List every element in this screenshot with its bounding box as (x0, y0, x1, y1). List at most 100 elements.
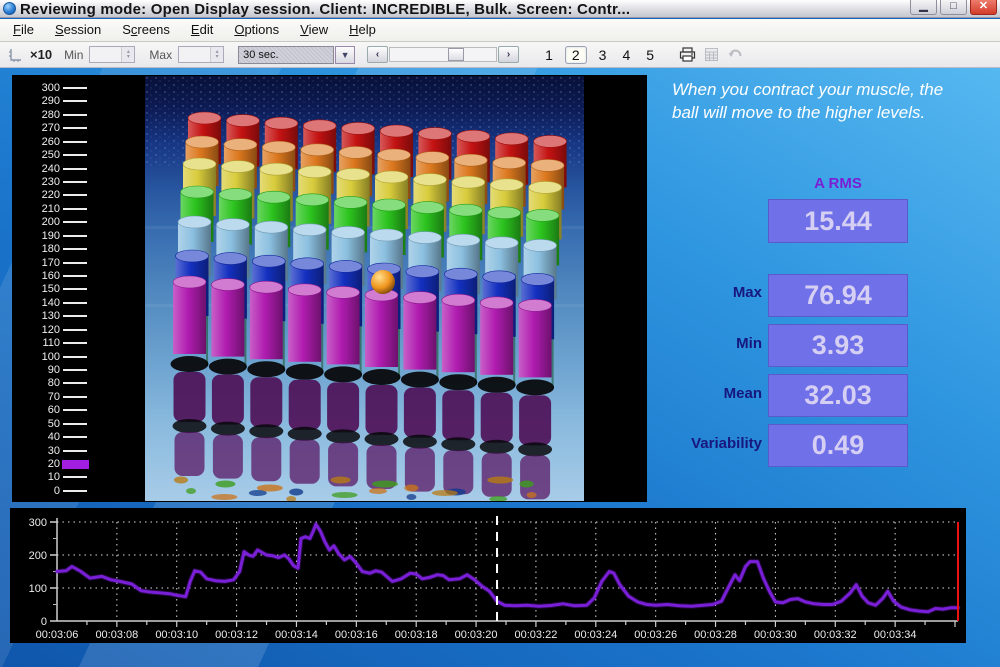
chevron-down-icon[interactable]: ▼ (335, 46, 355, 64)
scale-tick-label: 230 (12, 176, 60, 188)
close-icon: ✕ (971, 0, 996, 13)
max-spinner[interactable]: ▴▾ (178, 46, 224, 63)
scale-tick-line (63, 127, 87, 129)
close-button[interactable]: ✕ (970, 0, 997, 15)
scale-tick-line (63, 168, 87, 170)
max-label: Max (650, 284, 762, 301)
undo-arrow-icon[interactable] (726, 46, 744, 64)
scroll-forward-button[interactable]: › (498, 46, 519, 63)
chart-x-tick-label: 00:03:26 (634, 629, 677, 641)
chart-x-tick-label: 00:03:32 (814, 629, 857, 641)
scale-tick-label: 130 (12, 310, 60, 322)
scale-tick-label: 20 (12, 458, 60, 470)
scale-tick-line (63, 288, 87, 290)
scale-tick-label: 80 (12, 377, 60, 389)
scale-tick-line (63, 396, 87, 398)
chart-x-tick-label: 00:03:22 (515, 629, 558, 641)
timescale-select[interactable]: 30 sec. (238, 46, 334, 64)
scale-tick-label: 120 (12, 324, 60, 336)
times10-toggle[interactable]: ×10 (30, 47, 52, 62)
menu-item-view[interactable]: View (291, 20, 340, 40)
scale-tick-label: 140 (12, 297, 60, 309)
report-grid-icon[interactable] (702, 46, 720, 64)
max-value-box: 76.94 (768, 274, 908, 317)
scale-highlight-marker (62, 460, 89, 469)
scale-tick-label: 190 (12, 230, 60, 242)
variability-value-box: 0.49 (768, 424, 908, 467)
page-button-1[interactable]: 1 (541, 47, 557, 63)
scale-tick-label: 290 (12, 95, 60, 107)
trend-chart: 010020030000:03:0600:03:0800:03:1000:03:… (10, 508, 966, 643)
menu-item-options[interactable]: Options (225, 20, 291, 40)
min-label: Min (650, 335, 762, 352)
menu-item-session[interactable]: Session (46, 20, 113, 40)
max-value (179, 47, 210, 62)
min-value (90, 47, 121, 62)
scale-tick-line (63, 490, 87, 492)
min-spinner[interactable]: ▴▾ (89, 46, 135, 63)
chart-x-tick-label: 00:03:16 (335, 629, 378, 641)
scale-tick-line (63, 181, 87, 183)
scale-tick-label: 70 (12, 391, 60, 403)
scale-tick-label: 160 (12, 270, 60, 282)
scale-tick-line (63, 141, 87, 143)
3d-bar-display-panel: 3002902802702602502402302202102001901801… (12, 75, 647, 502)
scale-tick-label: 150 (12, 283, 60, 295)
page-button-2[interactable]: 2 (565, 46, 587, 64)
page-button-4[interactable]: 4 (618, 47, 634, 63)
scroll-back-button[interactable]: ‹ (367, 46, 388, 63)
spinner-arrows-icon[interactable]: ▴▾ (121, 47, 134, 62)
chart-x-tick-label: 00:03:30 (754, 629, 797, 641)
menu-bar: FileSessionScreensEditOptionsViewHelp (0, 19, 1000, 42)
min-value-box: 3.93 (768, 324, 908, 367)
scale-tick-line (63, 450, 87, 452)
scale-tick-label: 50 (12, 418, 60, 430)
scale-tick-label: 240 (12, 163, 60, 175)
axis-scale-icon[interactable] (6, 46, 24, 64)
scale-tick-line (63, 221, 87, 223)
timeline-scrollbar[interactable] (389, 47, 497, 62)
maximize-button[interactable]: □ (940, 0, 967, 15)
scale-tick-label: 40 (12, 431, 60, 443)
variability-label: Variability (650, 435, 762, 452)
scale-tick-line (63, 315, 87, 317)
scale-tick-line (63, 262, 87, 264)
minimize-icon: ▁ (911, 0, 936, 13)
scale-tick-label: 100 (12, 351, 60, 363)
scale-tick-label: 250 (12, 149, 60, 161)
rms-value-box: 15.44 (768, 199, 908, 243)
scale-tick-line (63, 409, 87, 411)
scale-tick-line (63, 235, 87, 237)
printer-icon[interactable] (678, 46, 696, 64)
3d-cylinder-scene (145, 76, 584, 501)
page-button-5[interactable]: 5 (642, 47, 658, 63)
chart-x-tick-label: 00:03:20 (455, 629, 498, 641)
scale-tick-line (63, 356, 87, 358)
menu-item-file[interactable]: File (4, 20, 46, 40)
menu-item-edit[interactable]: Edit (182, 20, 225, 40)
menu-item-help[interactable]: Help (340, 20, 388, 40)
scale-tick-label: 200 (12, 216, 60, 228)
chart-x-tick-label: 00:03:08 (95, 629, 138, 641)
scrollbar-thumb[interactable] (448, 48, 464, 61)
title-bar[interactable]: Reviewing mode: Open Display session. Cl… (0, 0, 1000, 18)
scale-tick-line (63, 194, 87, 196)
svg-text:300: 300 (29, 517, 47, 529)
scale-tick-line (63, 100, 87, 102)
app-globe-icon (3, 2, 16, 15)
window-title: Reviewing mode: Open Display session. Cl… (20, 1, 630, 18)
minimize-button[interactable]: ▁ (910, 0, 937, 15)
chart-x-tick-label: 00:03:34 (874, 629, 917, 641)
scale-tick-label: 210 (12, 203, 60, 215)
scale-tick-line (63, 154, 87, 156)
min-label: Min (64, 48, 83, 62)
scale-tick-label: 90 (12, 364, 60, 376)
spinner-arrows-icon[interactable]: ▴▾ (210, 47, 223, 62)
scale-tick-line (63, 476, 87, 478)
svg-text:100: 100 (29, 583, 47, 595)
page-button-3[interactable]: 3 (595, 47, 611, 63)
trend-chart-panel: 010020030000:03:0600:03:0800:03:1000:03:… (10, 508, 966, 643)
menu-item-screens[interactable]: Screens (113, 20, 182, 40)
scale-tick-line (63, 329, 87, 331)
scale-tick-label: 60 (12, 404, 60, 416)
